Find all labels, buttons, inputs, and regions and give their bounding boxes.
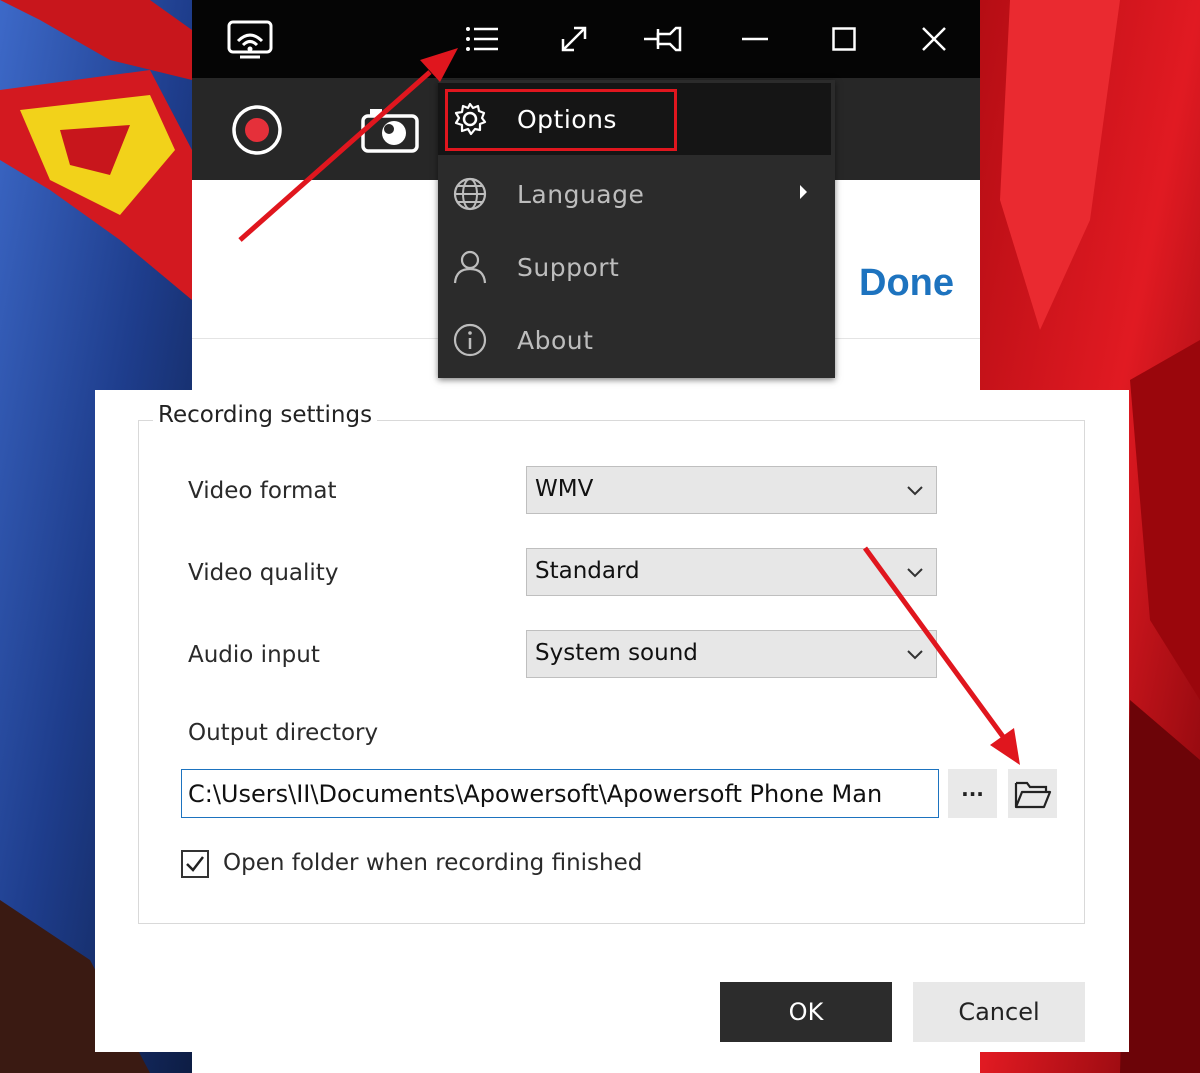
output-directory-input[interactable]	[181, 769, 939, 818]
chevron-down-icon	[907, 568, 923, 578]
open-folder-button[interactable]	[1008, 769, 1057, 818]
settings-dialog: Recording settings Video format WMV Vide…	[95, 390, 1129, 1052]
screen-mirror-icon[interactable]	[226, 19, 274, 59]
chevron-down-icon	[907, 650, 923, 660]
user-icon	[453, 250, 487, 284]
pin-icon[interactable]	[640, 19, 688, 59]
menu-item-support[interactable]: Support	[438, 231, 835, 303]
video-format-value: WMV	[535, 476, 594, 502]
group-title: Recording settings	[153, 402, 378, 428]
checkmark-icon	[186, 856, 204, 872]
video-format-select[interactable]: WMV	[526, 466, 937, 514]
menu-item-language[interactable]: Language	[438, 158, 835, 230]
title-bar	[192, 0, 980, 78]
options-highlight-box	[445, 89, 677, 151]
more-ellipsis-label: ···	[961, 781, 984, 806]
browse-more-button[interactable]: ···	[948, 769, 997, 818]
folder-open-icon	[1014, 781, 1051, 808]
output-directory-label: Output directory	[188, 720, 379, 746]
done-button[interactable]: Done	[859, 262, 954, 305]
open-folder-checkbox-label: Open folder when recording finished	[223, 850, 643, 876]
screenshot-camera-icon[interactable]	[360, 101, 420, 159]
info-icon	[453, 323, 487, 357]
video-quality-value: Standard	[535, 558, 640, 584]
menu-item-label: About	[517, 325, 594, 355]
minimize-icon[interactable]	[735, 19, 775, 59]
menu-item-label: Support	[517, 252, 620, 282]
menu-list-icon[interactable]	[462, 19, 502, 59]
menu-item-label: Language	[517, 179, 645, 209]
audio-input-value: System sound	[535, 640, 698, 666]
record-icon[interactable]	[227, 101, 287, 159]
maximize-icon[interactable]	[824, 19, 864, 59]
audio-input-label: Audio input	[188, 642, 320, 668]
video-quality-select[interactable]: Standard	[526, 548, 937, 596]
expand-icon[interactable]	[554, 19, 594, 59]
cancel-button[interactable]: Cancel	[913, 982, 1085, 1042]
submenu-arrow-icon	[800, 185, 807, 199]
ok-button[interactable]: OK	[720, 982, 892, 1042]
audio-input-select[interactable]: System sound	[526, 630, 937, 678]
open-folder-checkbox[interactable]	[181, 850, 209, 878]
close-icon[interactable]	[914, 19, 954, 59]
menu-item-about[interactable]: About	[438, 304, 835, 376]
video-quality-label: Video quality	[188, 560, 339, 586]
chevron-down-icon	[907, 486, 923, 496]
globe-icon	[453, 177, 487, 211]
video-format-label: Video format	[188, 478, 337, 504]
